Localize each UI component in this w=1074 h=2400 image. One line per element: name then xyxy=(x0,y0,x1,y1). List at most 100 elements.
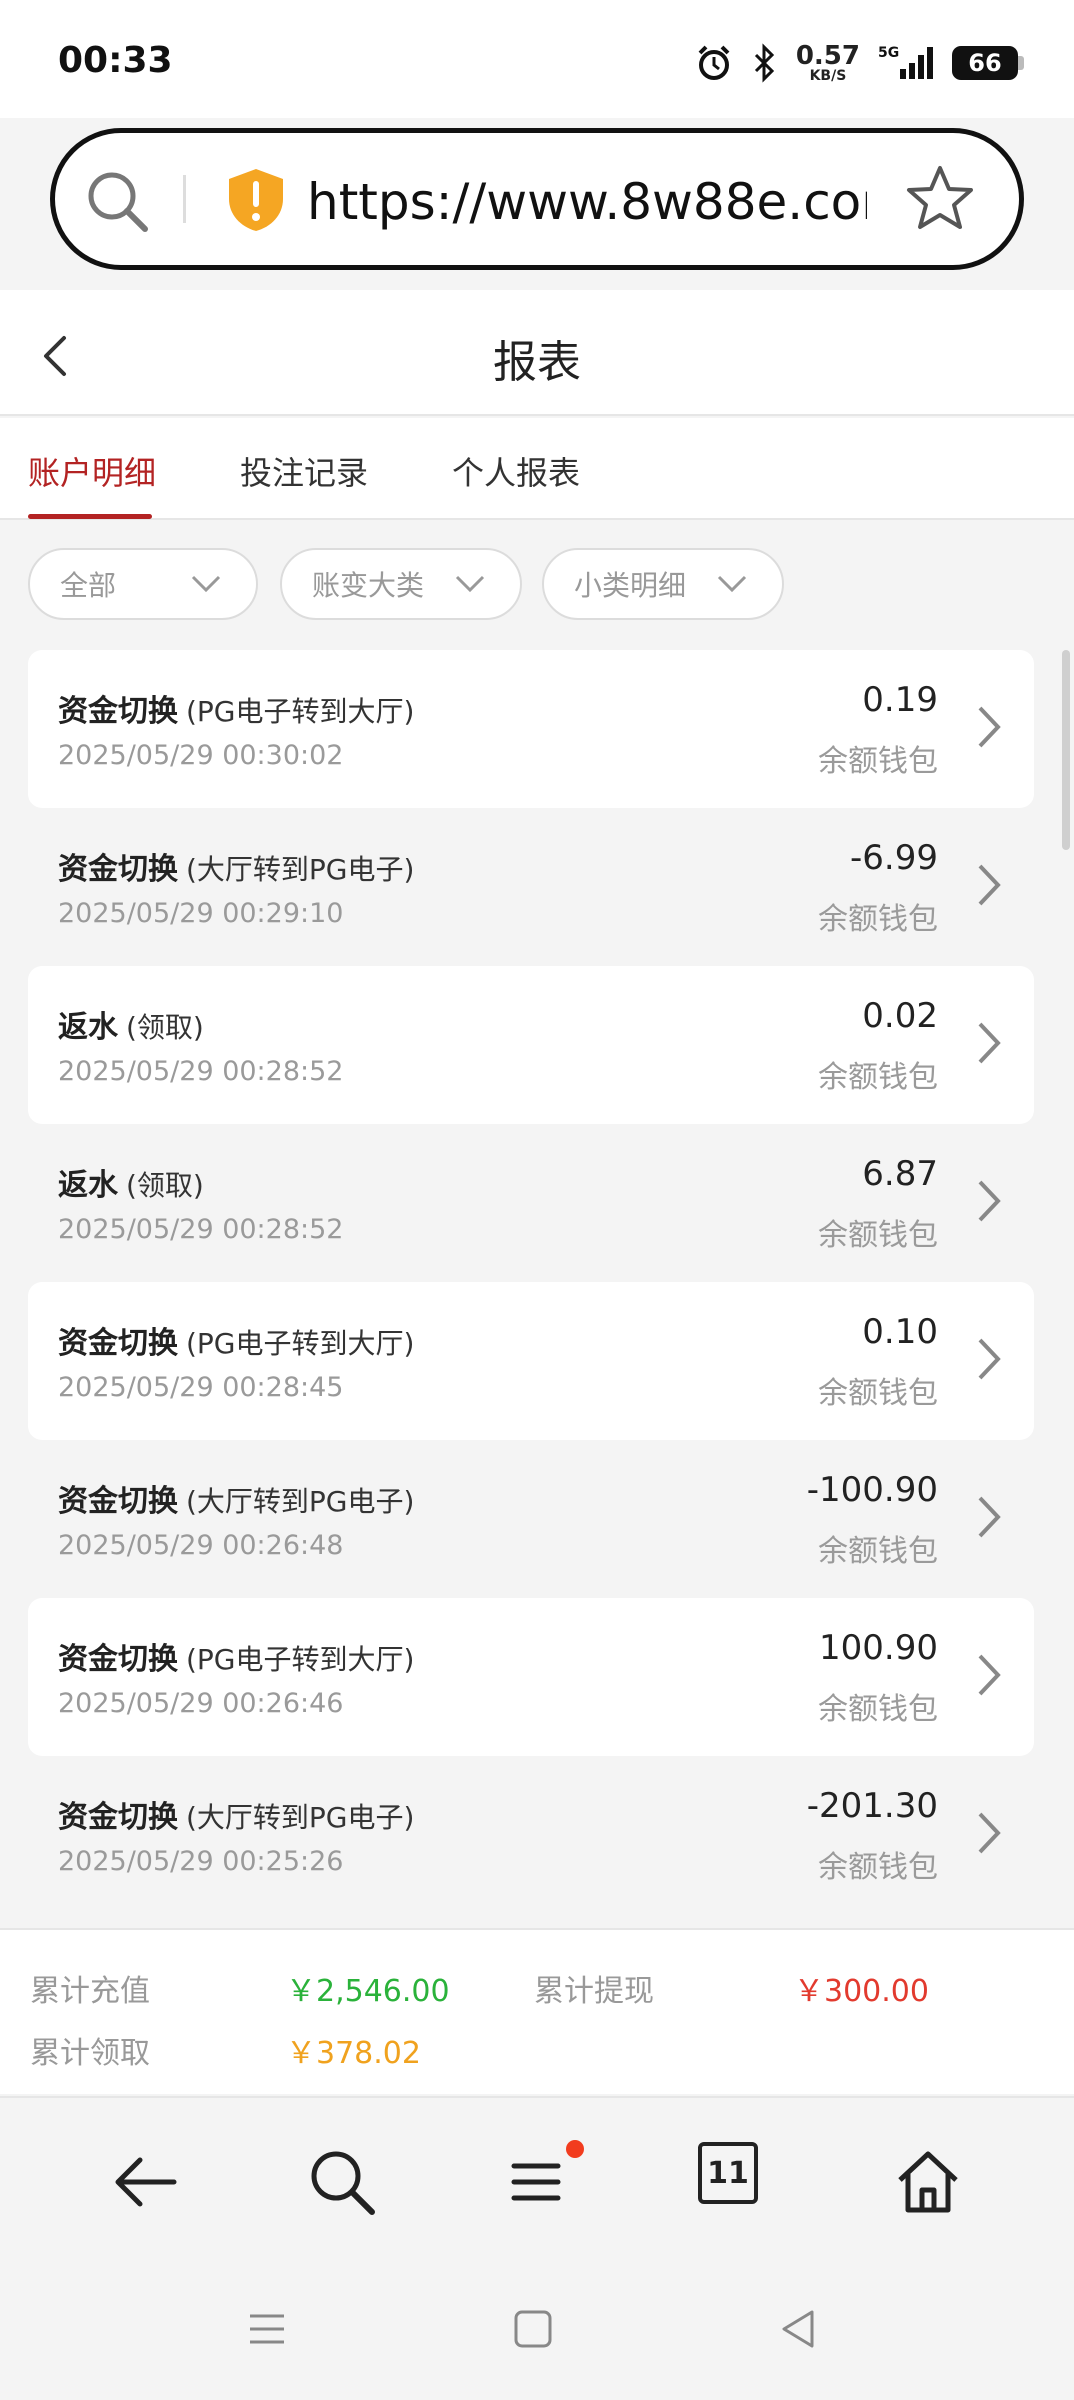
record-date: 2025/05/29 00:26:48 xyxy=(58,1530,344,1561)
record-row[interactable]: 资金切换 (大厅转到PG电子) 2025/05/29 00:26:48 -100.… xyxy=(28,1440,1034,1598)
record-subtype: (领取) xyxy=(126,1011,204,1044)
claim-value: ￥378.02 xyxy=(286,2036,421,2071)
signal-5g-icon: 5G xyxy=(878,45,933,79)
filter-all-label: 全部 xyxy=(60,569,117,602)
deposit-label: 累计充值 xyxy=(30,1974,150,2009)
record-date: 2025/05/29 00:25:26 xyxy=(58,1846,344,1877)
record-row[interactable]: 资金切换 (PG电子转到大厅) 2025/05/29 00:30:02 0.19 … xyxy=(28,650,1034,808)
notification-dot xyxy=(566,2140,584,2158)
filter-category-dropdown[interactable]: 账变大类 xyxy=(280,548,522,620)
net-speed-unit: KB/S xyxy=(809,68,847,84)
record-wallet: 余额钱包 xyxy=(818,744,938,779)
record-date: 2025/05/29 00:28:52 xyxy=(58,1056,344,1087)
withdraw-value: ￥300.00 xyxy=(794,1974,929,2009)
record-row[interactable]: 返水 (领取) 2025/05/29 00:28:52 6.87 余额钱包 xyxy=(28,1124,1034,1282)
recent-apps-icon[interactable] xyxy=(244,2306,290,2352)
deposit-value: ￥2,546.00 xyxy=(286,1974,450,2009)
record-subtype: (大厅转到PG电子) xyxy=(186,853,415,886)
record-amount: -100.90 xyxy=(806,1470,938,1510)
url-divider xyxy=(183,175,186,223)
record-title: 资金切换 (大厅转到PG电子) xyxy=(58,852,415,887)
home-square-icon[interactable] xyxy=(510,2306,556,2352)
record-amount: -201.30 xyxy=(806,1786,938,1826)
record-wallet: 余额钱包 xyxy=(818,1376,938,1411)
back-triangle-icon[interactable] xyxy=(776,2306,822,2352)
filter-subcategory-dropdown[interactable]: 小类明细 xyxy=(542,548,784,620)
tab-bet-records[interactable]: 投注记录 xyxy=(240,448,368,494)
record-wallet: 余额钱包 xyxy=(818,1060,938,1095)
chevron-right-icon xyxy=(978,1654,1001,1696)
record-row[interactable]: 资金切换 (大厅转到PG电子) 2025/05/29 00:25:26 -201.… xyxy=(28,1756,1034,1914)
record-wallet: 余额钱包 xyxy=(818,902,938,937)
chevron-right-icon xyxy=(978,1812,1001,1854)
record-subtype: (PG电子转到大厅) xyxy=(186,695,415,728)
chevron-right-icon xyxy=(978,864,1001,906)
home-icon[interactable] xyxy=(892,2146,964,2218)
search-icon[interactable] xyxy=(306,2146,378,2218)
record-amount: 0.10 xyxy=(862,1312,938,1352)
url-text[interactable]: https://www.8w88e.com... xyxy=(307,173,867,231)
record-amount: 6.87 xyxy=(862,1154,938,1194)
status-time: 00:33 xyxy=(58,40,173,81)
record-title: 资金切换 (PG电子转到大厅) xyxy=(58,1326,415,1361)
record-amount: 0.02 xyxy=(862,996,938,1036)
record-row[interactable]: 资金切换 (PG电子转到大厅) 2025/05/29 00:26:46 100.9… xyxy=(28,1598,1034,1756)
filter-category-label: 账变大类 xyxy=(312,569,425,602)
chevron-right-icon xyxy=(978,706,1001,748)
record-wallet: 余额钱包 xyxy=(818,1692,938,1727)
net-speed-value: 0.57 xyxy=(795,41,860,71)
record-date: 2025/05/29 00:28:52 xyxy=(58,1214,344,1245)
record-row[interactable]: 资金切换 (大厅转到PG电子) 2025/05/29 00:29:10 -6.99… xyxy=(28,808,1034,966)
chevron-right-icon xyxy=(978,1496,1001,1538)
record-amount: 0.19 xyxy=(862,680,938,720)
record-subtype: (大厅转到PG电子) xyxy=(186,1485,415,1518)
page-title: 报表 xyxy=(493,337,581,388)
summary-panel: 累计充值 ￥2,546.00 累计提现 ￥300.00 累计领取 ￥378.02 xyxy=(0,1928,1074,2094)
chevron-down-icon xyxy=(455,575,485,593)
chevron-down-icon xyxy=(717,575,747,593)
record-subtype: (大厅转到PG电子) xyxy=(186,1801,415,1834)
record-amount: -6.99 xyxy=(850,838,938,878)
withdraw-label: 累计提现 xyxy=(534,1974,654,2009)
record-title: 资金切换 (PG电子转到大厅) xyxy=(58,694,415,729)
bluetooth-icon xyxy=(754,43,774,83)
record-subtype: (PG电子转到大厅) xyxy=(186,1643,415,1676)
system-nav-bar xyxy=(0,2266,1074,2400)
app-header: 报表 xyxy=(0,290,1074,416)
chevron-right-icon xyxy=(978,1022,1001,1064)
svg-text:5G: 5G xyxy=(878,45,899,61)
record-date: 2025/05/29 00:26:46 xyxy=(58,1688,344,1719)
record-title: 资金切换 (大厅转到PG电子) xyxy=(58,1484,415,1519)
status-icons: 0.57 KB/S 5G 66 xyxy=(694,38,1024,88)
chevron-down-icon xyxy=(191,575,221,593)
address-bar[interactable]: https://www.8w88e.com... xyxy=(50,128,1024,270)
shield-icon[interactable] xyxy=(227,167,285,233)
record-title: 资金切换 (PG电子转到大厅) xyxy=(58,1642,415,1677)
record-subtype: (PG电子转到大厅) xyxy=(186,1327,415,1360)
active-tab-indicator xyxy=(28,514,152,519)
claim-label: 累计领取 xyxy=(30,2036,150,2071)
menu-icon[interactable] xyxy=(500,2146,572,2218)
chevron-right-icon xyxy=(978,1180,1001,1222)
record-date: 2025/05/29 00:29:10 xyxy=(58,898,344,929)
record-list: 资金切换 (PG电子转到大厅) 2025/05/29 00:30:02 0.19 … xyxy=(28,650,1034,1914)
bookmark-star-icon[interactable] xyxy=(905,163,975,233)
record-row[interactable]: 返水 (领取) 2025/05/29 00:28:52 0.02 余额钱包 xyxy=(28,966,1034,1124)
tab-personal-report[interactable]: 个人报表 xyxy=(452,448,580,494)
record-row[interactable]: 资金切换 (PG电子转到大厅) 2025/05/29 00:28:45 0.10 … xyxy=(28,1282,1034,1440)
record-date: 2025/05/29 00:28:45 xyxy=(58,1372,344,1403)
filter-all-dropdown[interactable]: 全部 xyxy=(28,548,258,620)
browser-toolbar: 11 xyxy=(0,2096,1074,2266)
record-wallet: 余额钱包 xyxy=(818,1218,938,1253)
search-icon[interactable] xyxy=(85,169,151,235)
net-speed: 0.57 KB/S xyxy=(796,43,860,83)
record-title: 返水 (领取) xyxy=(58,1168,204,1203)
tabs-count-button[interactable]: 11 xyxy=(698,2142,758,2204)
tab-account-detail[interactable]: 账户明细 xyxy=(28,448,156,494)
filter-subcategory-label: 小类明细 xyxy=(574,569,687,602)
back-icon[interactable] xyxy=(110,2146,182,2218)
filter-bar: 全部 账变大类 小类明细 xyxy=(0,548,1074,622)
tab-bar: 账户明细 投注记录 个人报表 xyxy=(0,418,1074,520)
scrollbar[interactable] xyxy=(1062,650,1070,850)
record-subtype: (领取) xyxy=(126,1169,204,1202)
